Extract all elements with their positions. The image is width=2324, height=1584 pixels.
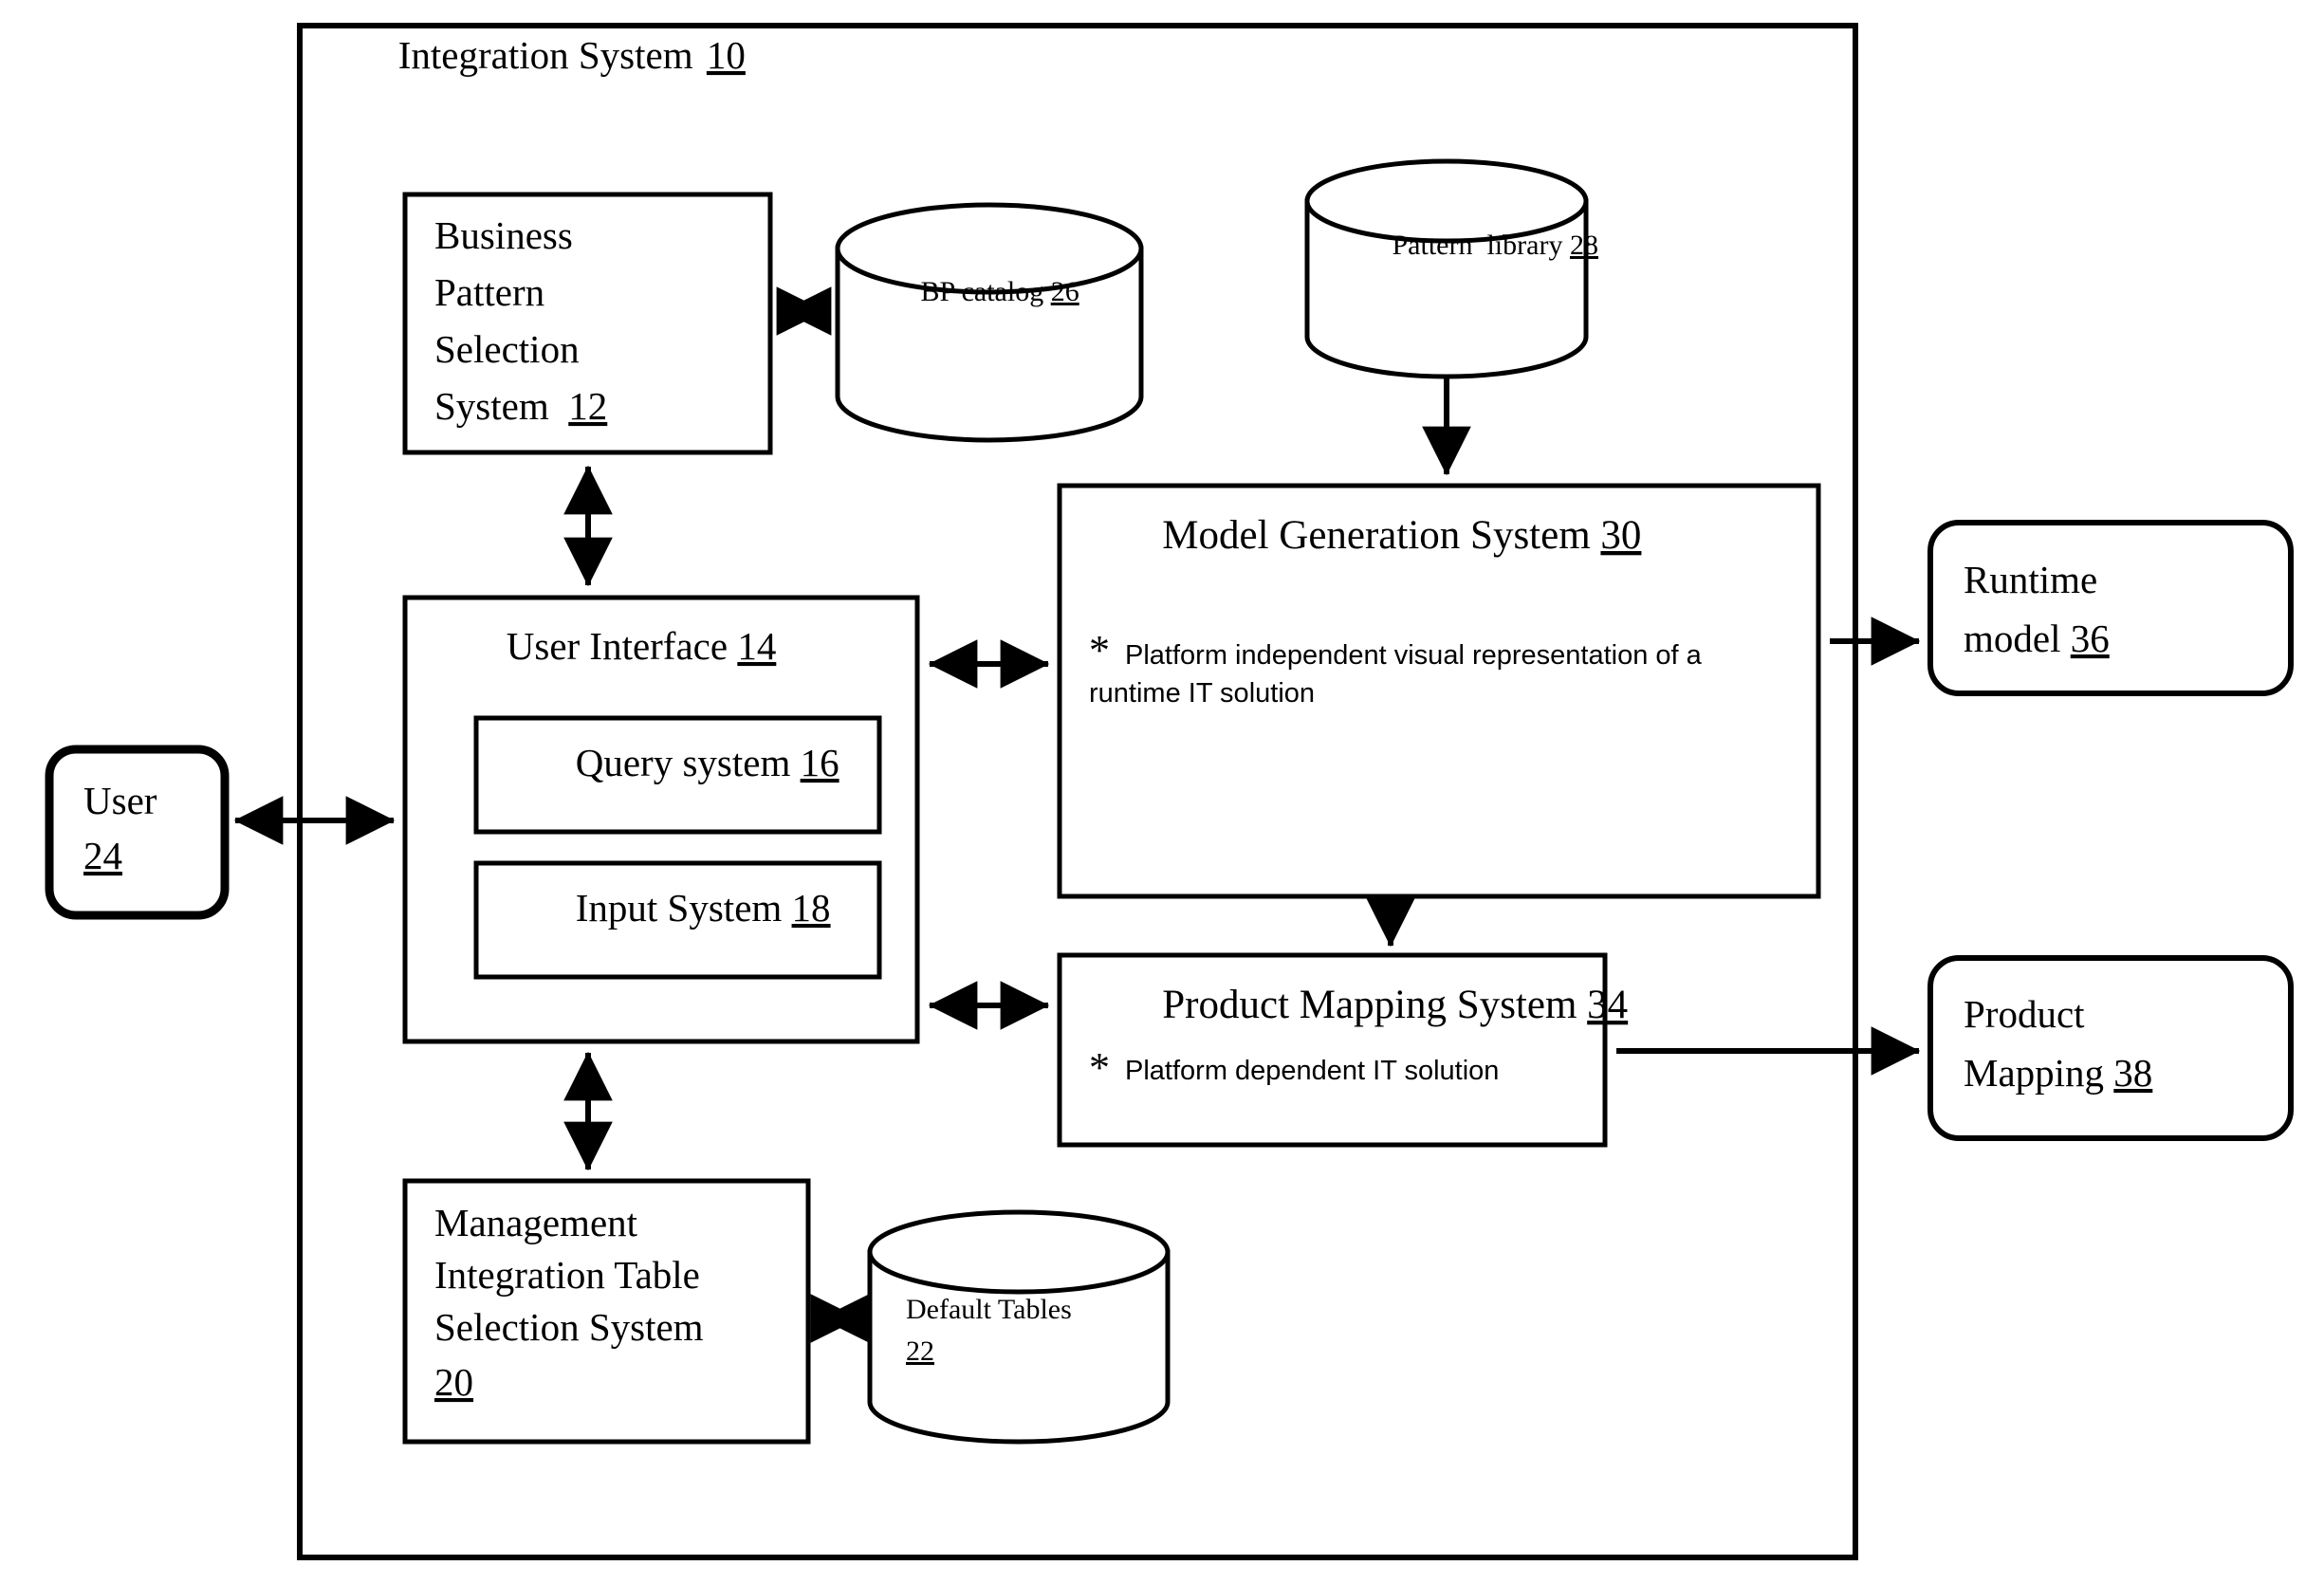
- bp-catalog-cylinder[interactable]: [835, 202, 1144, 443]
- model-generation-system-bullet-marker: *: [1089, 627, 1110, 673]
- runtime-model-box[interactable]: [1927, 520, 2294, 696]
- pattern-library-label: Pattern library 28: [1342, 230, 1633, 261]
- model-generation-system-label: Model Generation System 30: [1091, 513, 1692, 558]
- input-system-label: Input System 18: [507, 886, 879, 930]
- product-mapping-box[interactable]: [1927, 955, 2294, 1141]
- product-mapping-system-label: Product Mapping System 34: [1091, 983, 1679, 1027]
- query-system-label: Query system 16: [507, 741, 888, 784]
- default-tables-cylinder[interactable]: [867, 1209, 1171, 1445]
- user-box[interactable]: [45, 745, 230, 920]
- product-mapping-system-bullet-marker: *: [1089, 1044, 1110, 1091]
- bp-catalog-label: BP catalog 26: [871, 276, 1115, 307]
- figure-canvas: Integration System 10 Business Pattern S…: [0, 0, 2324, 1584]
- product-mapping-system-bullet-text: Platform dependent IT solution: [1125, 1056, 1499, 1086]
- user-interface-label: User Interface 14: [438, 624, 825, 668]
- pattern-library-cylinder[interactable]: [1304, 158, 1589, 379]
- integration-system-title: Integration System 10: [330, 33, 794, 77]
- patent-diagram: Integration System 10 Business Pattern S…: [45, 23, 2294, 1560]
